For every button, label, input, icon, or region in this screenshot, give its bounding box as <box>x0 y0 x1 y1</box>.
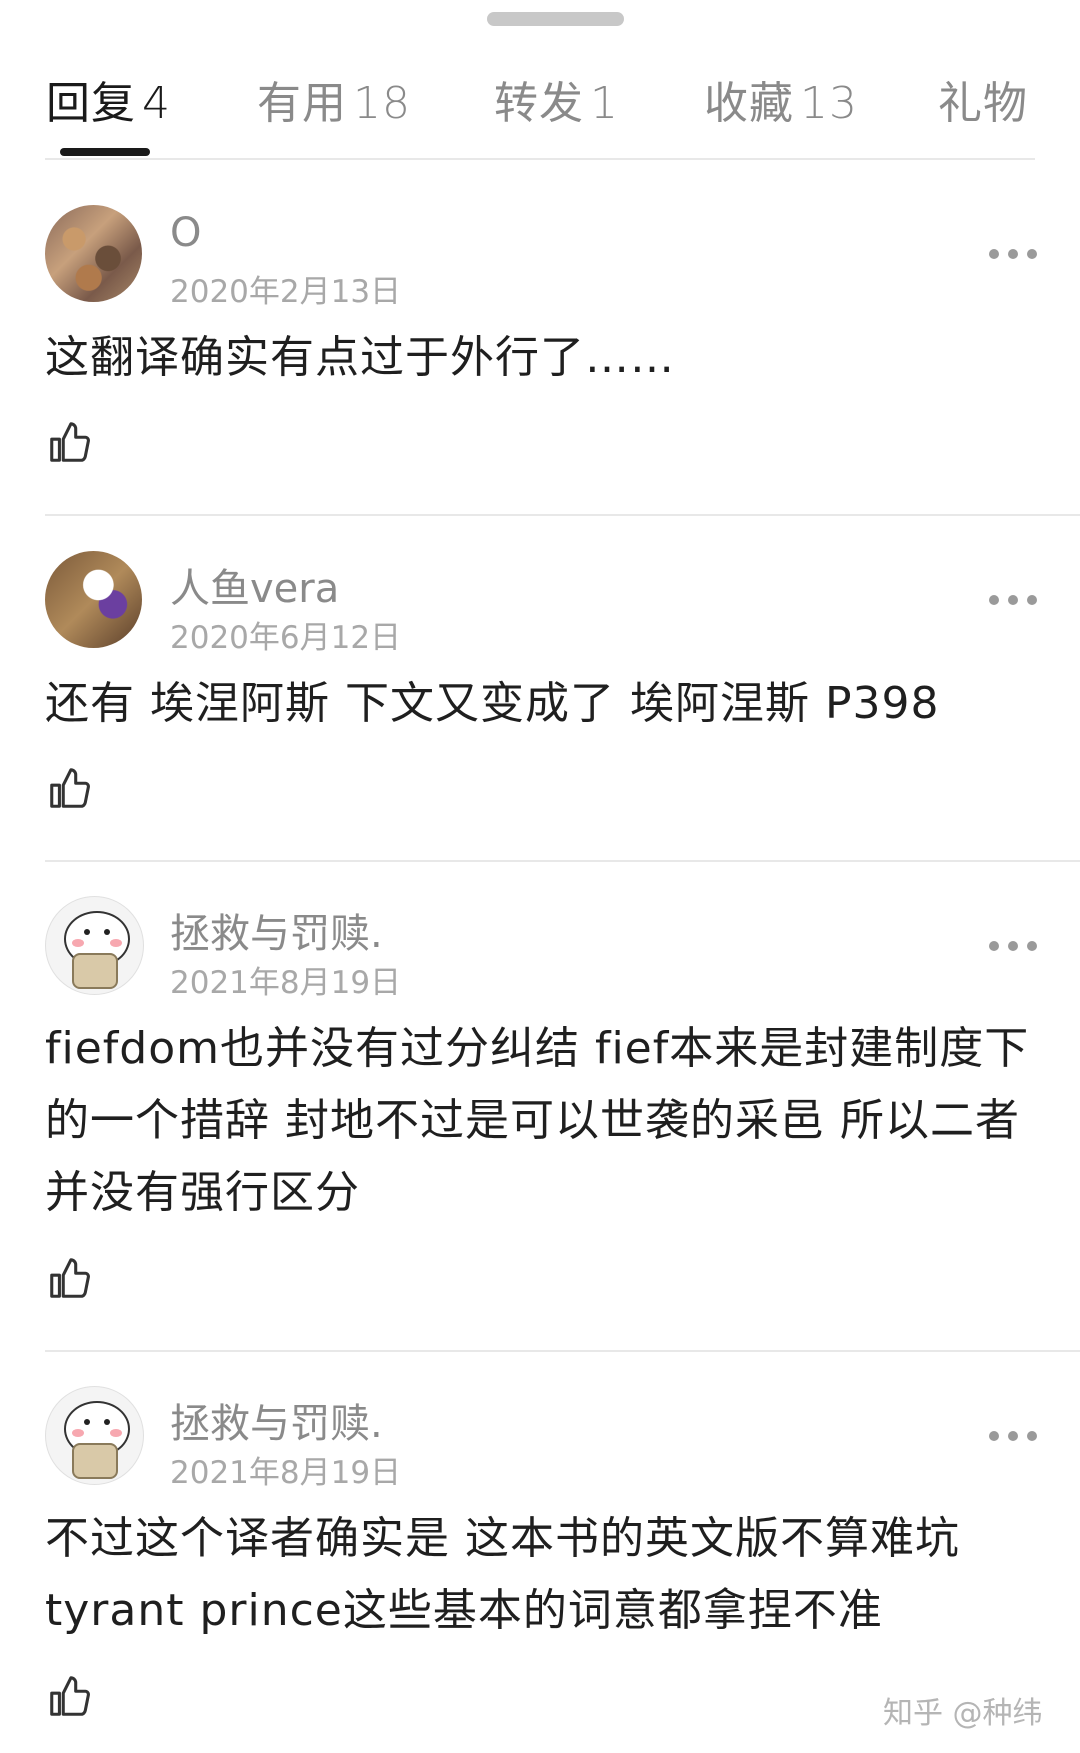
comment-date: 2021年8月19日 <box>170 965 402 1001</box>
comment-divider <box>45 1350 1080 1352</box>
tab-gifts[interactable]: 礼物 <box>938 67 1028 131</box>
more-options-icon[interactable] <box>989 594 1037 606</box>
tabs-divider <box>45 158 1035 160</box>
tab-reposts[interactable]: 转发 1 <box>494 67 619 131</box>
more-options-icon[interactable] <box>989 940 1037 952</box>
tab-label: 礼物 <box>938 78 1028 129</box>
username[interactable]: 拯救与罚赎. <box>170 1391 383 1449</box>
avatar[interactable] <box>45 205 142 302</box>
tab-label: 收藏 <box>704 78 794 129</box>
comments-sheet: 回复 4 有用 18 转发 1 收藏 13 礼物 O 2020年2月13日 这翻译确实有… <box>0 0 1080 1753</box>
thumbs-up-icon[interactable] <box>46 1674 92 1720</box>
comment-text: 还有 埃涅阿斯 下文又变成了 埃阿涅斯 P398 <box>45 678 940 729</box>
comment-date: 2020年6月12日 <box>170 620 402 656</box>
tab-label: 回复 <box>46 78 136 129</box>
tab-count: 18 <box>353 78 411 129</box>
comment-divider <box>45 860 1080 862</box>
tab-count: 13 <box>800 78 858 129</box>
username[interactable]: 拯救与罚赎. <box>170 901 383 959</box>
tab-replies[interactable]: 回复 4 <box>46 67 171 131</box>
tab-bar: 回复 4 有用 18 转发 1 收藏 13 礼物 <box>0 55 1080 155</box>
tab-favorites[interactable]: 收藏 13 <box>704 67 858 131</box>
avatar[interactable] <box>45 896 144 995</box>
thumbs-up-icon[interactable] <box>46 1256 92 1302</box>
thumbs-up-icon[interactable] <box>46 766 92 812</box>
active-tab-indicator <box>60 148 150 156</box>
comment-date: 2020年2月13日 <box>170 274 402 310</box>
username[interactable]: 人鱼vera <box>170 556 339 614</box>
username[interactable]: O <box>170 210 201 256</box>
drag-handle[interactable] <box>487 12 624 26</box>
thumbs-up-icon[interactable] <box>46 420 92 466</box>
tab-count: 1 <box>590 78 619 129</box>
tab-label: 转发 <box>494 78 584 129</box>
comment-text: 这翻译确实有点过于外行了…… <box>45 332 675 383</box>
more-options-icon[interactable] <box>989 248 1037 260</box>
comment-text: 不过这个译者确实是 这本书的英文版不算难坑 tyrant prince这些基本的… <box>45 1513 960 1636</box>
watermark: 知乎 @种纬 <box>883 1696 1043 1731</box>
tab-count: 4 <box>142 78 171 129</box>
tab-useful[interactable]: 有用 18 <box>257 67 411 131</box>
more-options-icon[interactable] <box>989 1430 1037 1442</box>
tab-label: 有用 <box>257 78 347 129</box>
comment-text: fiefdom也并没有过分纠结 fief本来是封建制度下的一个措辞 封地不过是可… <box>45 1023 1030 1218</box>
avatar[interactable] <box>45 1386 144 1485</box>
comment-date: 2021年8月19日 <box>170 1455 402 1491</box>
comment-divider <box>45 514 1080 516</box>
avatar[interactable] <box>45 551 142 648</box>
